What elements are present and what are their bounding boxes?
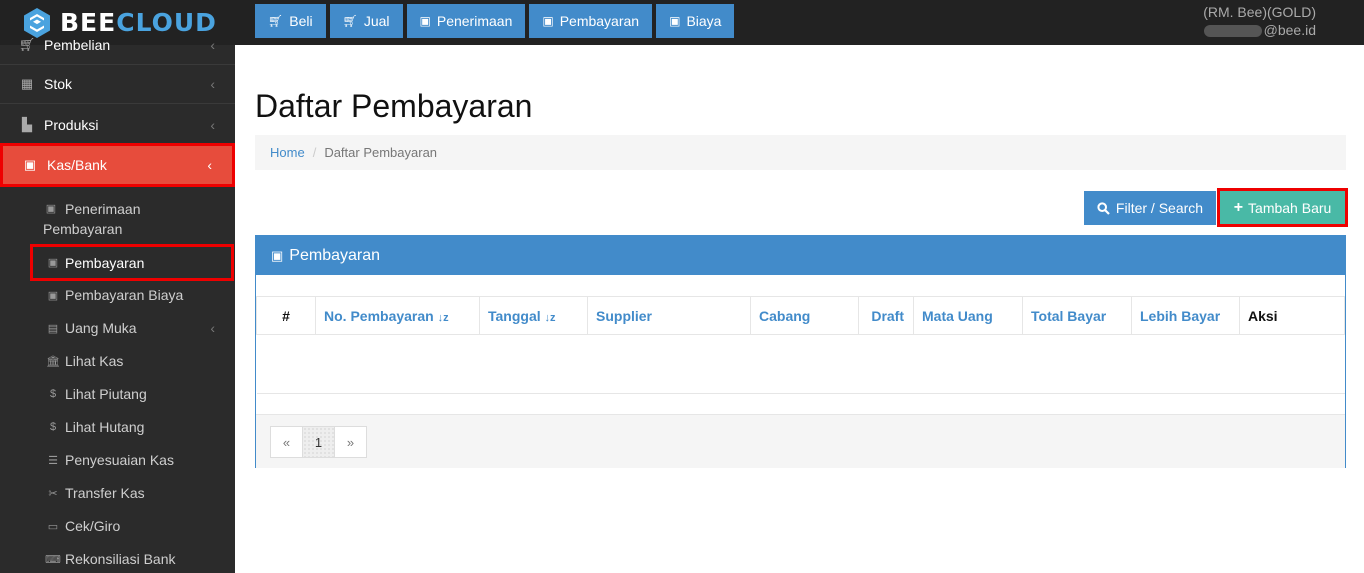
col-draft[interactable]: Draft — [858, 296, 914, 335]
table-header-row: # No. Pembayaran ↓z Tanggal ↓z Supplier … — [256, 296, 1345, 335]
pagination: « 1 » — [270, 426, 367, 458]
chevron-left-icon: ‹ — [207, 157, 212, 173]
col-tanggal[interactable]: Tanggal ↓z — [479, 296, 588, 335]
sidebar-sub-lihat-piutang[interactable]: $ Lihat Piutang — [0, 384, 235, 404]
keyboard-icon: ⌨ — [45, 553, 61, 566]
list-icon: ☰ — [48, 454, 58, 467]
redacted-email — [1203, 25, 1262, 38]
card-icon: ▭ — [47, 520, 59, 533]
money-icon: ▣ — [23, 157, 37, 172]
sidebar: 🛒︎ Pembelian ‹ ▦ Stok ‹ ▙ Produksi ‹ ▣ K… — [0, 37, 235, 573]
user-company: (RM. Bee)(GOLD) — [1203, 4, 1316, 20]
pembayaran-panel: ▣ Pembayaran # No. Pembayaran ↓z Tanggal… — [255, 235, 1346, 468]
money-icon: ▣ — [45, 203, 57, 215]
factory-icon: ▙ — [22, 116, 32, 132]
money-icon: ▣ — [669, 14, 681, 28]
breadcrumb: Home / Daftar Pembayaran — [255, 135, 1346, 170]
chevron-left-icon: ‹ — [210, 116, 215, 133]
sidebar-item-produksi[interactable]: ▙ Produksi ‹ — [0, 105, 235, 145]
money-icon: ▣ — [419, 14, 431, 28]
sidebar-sub-lihat-hutang[interactable]: $ Lihat Hutang — [0, 417, 235, 437]
page-title: Daftar Pembayaran — [255, 88, 533, 124]
file-icon: ▤ — [47, 322, 59, 335]
filter-search-button[interactable]: Filter / Search — [1084, 191, 1216, 225]
sidebar-sub-transfer-kas[interactable]: ✂ Transfer Kas — [0, 483, 235, 503]
money-icon: ▣ — [542, 14, 554, 28]
col-lebih-bayar[interactable]: Lebih Bayar — [1131, 296, 1240, 335]
breadcrumb-separator: / — [312, 145, 317, 160]
search-icon — [1097, 201, 1110, 215]
penerimaan-button[interactable]: ▣ Penerimaan — [406, 4, 526, 38]
money-icon: ▣ — [47, 289, 59, 302]
col-mata-uang[interactable]: Mata Uang — [913, 296, 1023, 335]
cart-icon: 🛒︎ — [268, 14, 284, 28]
pagination-next-button[interactable]: » — [334, 426, 367, 458]
biaya-button[interactable]: ▣ Biaya — [656, 4, 735, 38]
col-supplier[interactable]: Supplier — [587, 296, 751, 335]
sidebar-sub-uang-muka[interactable]: ▤ Uang Muka ‹ — [0, 318, 235, 338]
beli-button[interactable]: 🛒︎ Beli — [255, 4, 326, 38]
jual-button[interactable]: 🛒︎ Jual — [329, 4, 403, 38]
dollar-icon: $ — [49, 388, 57, 400]
sidebar-sub-penerimaan-pembayaran[interactable]: ▣ Penerimaan Pembayaran — [0, 199, 235, 239]
sidebar-sub-cek-giro[interactable]: ▭ Cek/Giro — [0, 516, 235, 536]
tambah-baru-button[interactable]: + Tambah Baru — [1217, 188, 1348, 227]
col-cabang[interactable]: Cabang — [750, 296, 859, 335]
sidebar-item-stok[interactable]: ▦ Stok ‹ — [0, 64, 235, 104]
scissors-icon: ✂ — [48, 487, 58, 500]
chevron-left-icon: ‹ — [210, 36, 215, 53]
sidebar-sub-pembayaran[interactable]: ▣ Pembayaran — [30, 244, 234, 281]
breadcrumb-home-link[interactable]: Home — [270, 145, 305, 160]
col-aksi: Aksi — [1239, 296, 1345, 335]
sidebar-item-pembelian[interactable]: 🛒︎ Pembelian ‹ — [0, 25, 235, 65]
cart-icon: 🛒︎ — [18, 36, 36, 52]
user-info[interactable]: (RM. Bee)(GOLD) @bee.id — [1203, 3, 1316, 39]
col-total-bayar[interactable]: Total Bayar — [1022, 296, 1132, 335]
panel-footer: « 1 » — [256, 414, 1345, 468]
plus-icon: + — [1233, 198, 1244, 216]
user-email: @bee.id — [1203, 21, 1316, 39]
dollar-icon: $ — [49, 421, 57, 433]
money-icon: ▣ — [47, 257, 59, 269]
sidebar-item-kas-bank[interactable]: ▣ Kas/Bank ‹ — [0, 143, 235, 187]
sort-icon: ↓z — [544, 311, 556, 324]
pagination-page-1[interactable]: 1 — [302, 426, 335, 458]
top-nav-buttons: 🛒︎ Beli 🛒︎ Jual ▣ Penerimaan ▣ Pembayaran ▣ B… — [255, 4, 735, 38]
pagination-prev-button[interactable]: « — [270, 426, 303, 458]
panel-header: ▣ Pembayaran — [256, 236, 1345, 275]
empty-table-row — [256, 334, 1345, 394]
col-number: # — [256, 296, 316, 335]
money-icon: ▣ — [271, 247, 284, 263]
breadcrumb-current: Daftar Pembayaran — [324, 145, 438, 160]
pembayaran-table: # No. Pembayaran ↓z Tanggal ↓z Supplier … — [256, 296, 1345, 394]
sidebar-sub-penyesuaian-kas[interactable]: ☰ Penyesuaian Kas — [0, 450, 235, 470]
box-icon: ▦ — [20, 75, 34, 91]
col-no-pembayaran[interactable]: No. Pembayaran ↓z — [315, 296, 480, 335]
cart-icon: 🛒︎ — [342, 14, 358, 28]
chevron-left-icon: ‹ — [210, 75, 215, 92]
sidebar-sub-lihat-kas[interactable]: 🏛︎ Lihat Kas — [0, 351, 235, 371]
pembayaran-button[interactable]: ▣ Pembayaran — [529, 4, 653, 38]
sidebar-sub-rekonsiliasi-bank[interactable]: ⌨ Rekonsiliasi Bank — [0, 549, 235, 569]
sidebar-sub-pembayaran-biaya[interactable]: ▣ Pembayaran Biaya — [0, 285, 235, 305]
sort-icon: ↓z — [437, 311, 449, 324]
chevron-left-icon: ‹ — [210, 320, 215, 336]
bank-icon: 🏛︎ — [46, 355, 60, 368]
